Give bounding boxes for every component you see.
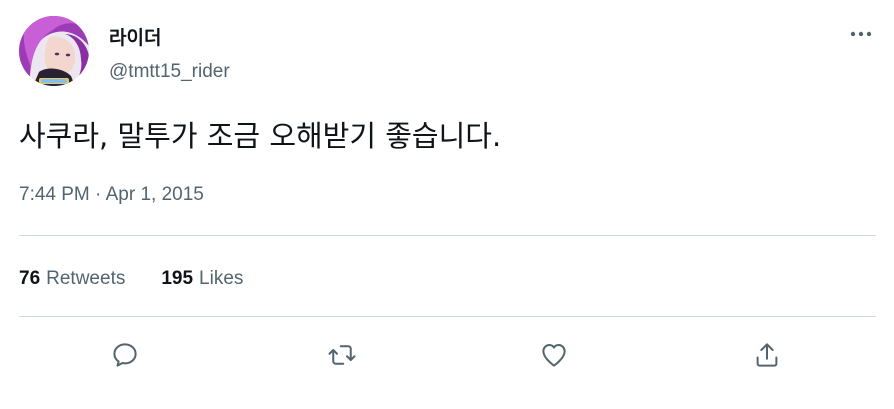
like-button[interactable] <box>537 338 571 372</box>
tweet-time[interactable]: 7:44 PM <box>19 184 90 205</box>
avatar[interactable] <box>19 16 89 86</box>
retweets-count: 76 <box>19 268 41 289</box>
likes-label: Likes <box>199 268 244 289</box>
tweet-date[interactable]: Apr 1, 2015 <box>106 184 204 205</box>
tweet-timestamp: 7:44 PM · Apr 1, 2015 <box>19 183 204 207</box>
author-handle[interactable]: @tmtt15_rider <box>109 60 230 84</box>
reply-icon <box>113 343 137 367</box>
author-display-name[interactable]: 라이더 <box>109 26 161 50</box>
share-icon <box>756 343 778 367</box>
retweets-label: Retweets <box>46 268 126 289</box>
reply-button[interactable] <box>108 338 142 372</box>
likes-stat[interactable]: 195 Likes <box>161 266 243 292</box>
tweet-text: 사쿠라, 말투가 조금 오해받기 좋습니다. <box>19 119 502 153</box>
divider <box>19 235 876 236</box>
heart-icon <box>542 344 566 367</box>
retweet-button[interactable] <box>325 338 359 372</box>
share-button[interactable] <box>750 338 784 372</box>
avatar-image <box>19 16 89 86</box>
more-icon <box>850 31 872 37</box>
retweet-icon <box>328 345 356 365</box>
timestamp-separator: · <box>95 184 102 205</box>
divider <box>19 316 876 317</box>
retweets-stat[interactable]: 76 Retweets <box>19 266 125 292</box>
engagement-stats: 76 Retweets 195 Likes <box>19 266 243 292</box>
tweet-card: 라이더 @tmtt15_rider 사쿠라, 말투가 조금 오해받기 좋습니다.… <box>0 0 894 409</box>
likes-count: 195 <box>161 268 194 289</box>
more-options-button[interactable] <box>846 22 876 46</box>
